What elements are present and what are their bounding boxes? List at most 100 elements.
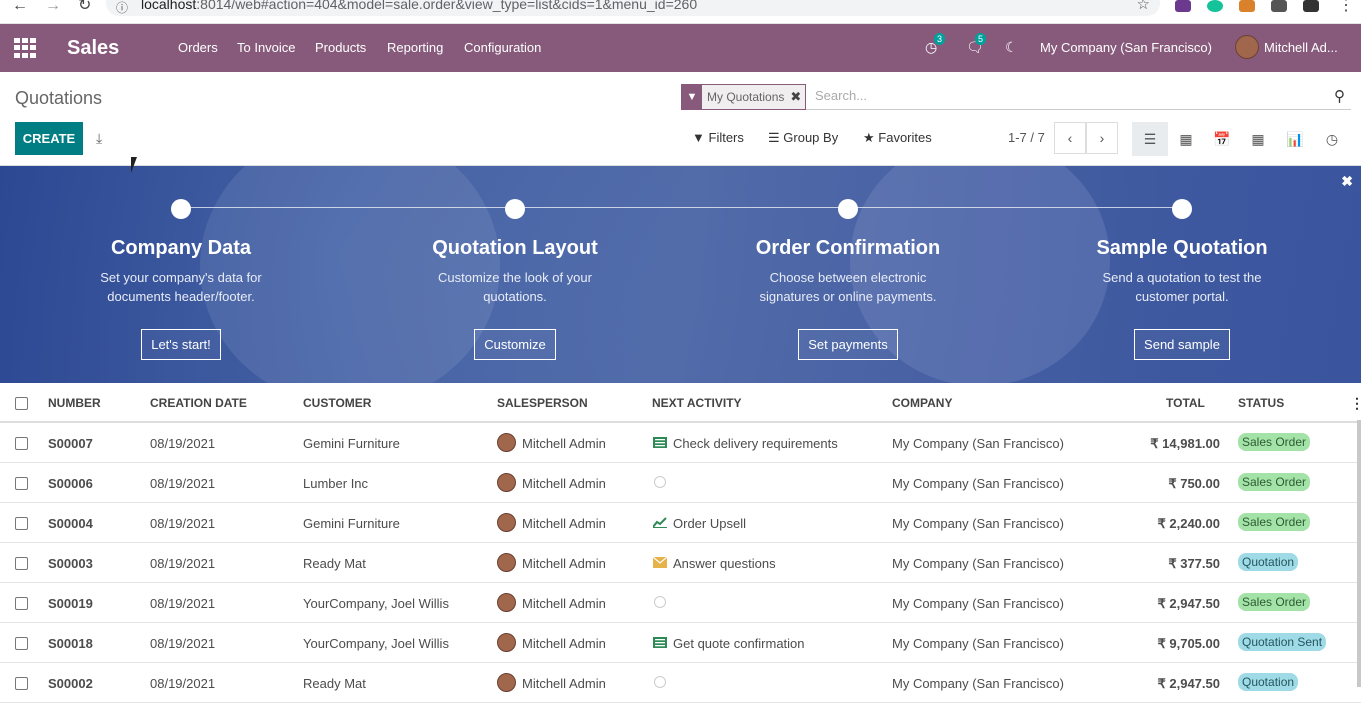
extension-icon[interactable] <box>1175 0 1191 12</box>
row-checkbox[interactable] <box>15 637 28 650</box>
menu-configuration[interactable]: Configuration <box>464 40 541 55</box>
back-icon[interactable]: ← <box>12 0 28 14</box>
graph-view-icon[interactable]: 📊 <box>1277 122 1313 156</box>
step-dot <box>838 199 858 219</box>
bookmark-star-icon[interactable]: ☆ <box>1137 0 1150 13</box>
status-badge: Sales Order <box>1238 433 1311 451</box>
activity-view-icon[interactable]: ◷ <box>1314 122 1350 156</box>
row-checkbox[interactable] <box>15 597 28 610</box>
menu-orders[interactable]: Orders <box>178 40 218 55</box>
customer-name: YourCompany, Joel Willis <box>303 636 449 651</box>
step-title: Sample Quotation <box>1096 237 1268 259</box>
grammarly-icon[interactable] <box>1207 0 1223 12</box>
next-activity[interactable]: Check delivery requirements <box>673 436 838 451</box>
user-avatar[interactable] <box>1235 35 1259 59</box>
creation-date: 08/19/2021 <box>150 636 216 651</box>
apps-menu-icon[interactable] <box>14 38 36 58</box>
puzzle-icon[interactable] <box>1271 0 1287 12</box>
table-row[interactable]: S00003 08/19/2021 Ready Mat Mitchell Admin A… <box>0 543 1361 583</box>
lets-start-button[interactable]: Let's start! <box>141 329 221 360</box>
table-row[interactable]: S00019 08/19/2021 YourCompany, Joel Willis… <box>0 583 1361 623</box>
filters-dropdown[interactable]: ▼ Filters <box>692 130 744 145</box>
pager-next-icon[interactable]: › <box>1086 122 1118 154</box>
dark-mode-moon-icon[interactable]: ☾ <box>1005 39 1018 56</box>
col-total[interactable]: TOTAL <box>1166 396 1205 410</box>
row-checkbox[interactable] <box>15 517 28 530</box>
order-number: S00004 <box>48 516 93 531</box>
table-row[interactable]: S00006 08/19/2021 Lumber Inc Mitchell Admin… <box>0 463 1361 503</box>
step-dot <box>505 199 525 219</box>
favorites-dropdown[interactable]: ★ Favorites <box>863 130 932 146</box>
row-checkbox[interactable] <box>15 477 28 490</box>
close-banner-icon[interactable]: ✖ <box>1341 173 1353 190</box>
customer-name: Ready Mat <box>303 556 366 571</box>
col-next-activity[interactable]: NEXT ACTIVITY <box>652 396 742 410</box>
search-icon[interactable]: ⚲ <box>1334 87 1345 105</box>
calendar-view-icon[interactable]: 📅 <box>1204 122 1240 156</box>
salesperson-name: Mitchell Admin <box>522 676 606 691</box>
pager-previous-icon[interactable]: ‹ <box>1054 122 1086 154</box>
order-number: S00002 <box>48 676 93 691</box>
set-payments-button[interactable]: Set payments <box>798 329 898 360</box>
scrollbar[interactable] <box>1357 420 1361 687</box>
export-download-icon[interactable]: ⤓ <box>96 130 102 147</box>
list-view-icon[interactable]: ☰ <box>1132 122 1168 156</box>
table-row[interactable]: S00002 08/19/2021 Ready Mat Mitchell Admin M… <box>0 663 1361 703</box>
select-all-checkbox[interactable] <box>15 397 28 410</box>
clock-icon[interactable] <box>654 676 666 688</box>
next-activity[interactable]: Get quote confirmation <box>673 636 805 651</box>
table-row[interactable]: S00018 08/19/2021 YourCompany, Joel Willis… <box>0 623 1361 663</box>
address-bar[interactable]: ⓘ localhost:8014/web#action=404&model=sa… <box>106 0 1160 16</box>
menu-reporting[interactable]: Reporting <box>387 40 443 55</box>
clock-icon[interactable] <box>654 476 666 488</box>
menu-products[interactable]: Products <box>315 40 366 55</box>
app-brand[interactable]: Sales <box>67 37 119 60</box>
remove-facet-icon[interactable]: ✖ <box>790 89 805 105</box>
col-status[interactable]: STATUS <box>1238 396 1284 410</box>
row-checkbox[interactable] <box>15 557 28 570</box>
company-name: My Company (San Francisco) <box>892 516 1064 531</box>
url-text: localhost:8014/web#action=404&model=sale… <box>141 0 698 12</box>
next-activity[interactable]: Order Upsell <box>673 516 746 531</box>
activity-clock-icon[interactable]: ◷ 3 <box>925 33 946 56</box>
main-navbar: Sales Orders To Invoice Products Reporti… <box>0 24 1361 72</box>
more-menu-icon[interactable]: ⋮ <box>1338 0 1354 14</box>
site-info-icon[interactable]: ⓘ <box>116 0 128 16</box>
groupby-dropdown[interactable]: ☰ Group By <box>768 130 838 146</box>
user-menu[interactable]: Mitchell Ad... <box>1264 40 1338 55</box>
col-salesperson[interactable]: SALESPERSON <box>497 396 588 410</box>
create-button[interactable]: CREATE <box>15 122 83 155</box>
extension-icon[interactable] <box>1239 0 1255 12</box>
forward-icon[interactable]: → <box>45 0 61 14</box>
reload-icon[interactable]: ↻ <box>78 0 91 14</box>
send-sample-button[interactable]: Send sample <box>1134 329 1230 360</box>
salesperson-name: Mitchell Admin <box>522 556 606 571</box>
customer-name: Lumber Inc <box>303 476 369 491</box>
messages-icon[interactable]: 🗨 5 <box>966 33 987 56</box>
pivot-view-icon[interactable]: ▦ <box>1240 122 1276 156</box>
search-facet[interactable]: ▼ My Quotations ✖ <box>681 84 807 110</box>
order-total: ₹ 2,240.00 <box>1157 516 1221 531</box>
row-checkbox[interactable] <box>15 677 28 690</box>
kanban-view-icon[interactable]: ▦ <box>1168 122 1204 156</box>
table-row[interactable]: S00007 08/19/2021 Gemini Furniture Mitchell… <box>0 423 1361 463</box>
col-company[interactable]: COMPANY <box>892 396 952 410</box>
col-customer[interactable]: CUSTOMER <box>303 396 371 410</box>
next-activity[interactable]: Answer questions <box>673 556 776 571</box>
optional-columns-icon[interactable]: ⋮ <box>1350 395 1361 412</box>
col-number[interactable]: NUMBER <box>48 396 101 410</box>
pager-value[interactable]: 1-7 / 7 <box>1008 130 1045 145</box>
clock-icon[interactable] <box>654 596 666 608</box>
search-input[interactable] <box>815 88 1315 103</box>
quotations-table: NUMBER CREATION DATE CUSTOMER SALESPERSO… <box>0 383 1361 703</box>
customer-name: Ready Mat <box>303 676 366 691</box>
salesperson-avatar <box>497 433 516 452</box>
col-creation-date[interactable]: CREATION DATE <box>150 396 247 410</box>
table-row[interactable]: S00004 08/19/2021 Gemini Furniture Mitchell… <box>0 503 1361 543</box>
extension-icon[interactable] <box>1303 0 1319 12</box>
customize-button[interactable]: Customize <box>474 329 556 360</box>
company-switcher[interactable]: My Company (San Francisco) <box>1040 40 1212 55</box>
row-checkbox[interactable] <box>15 437 28 450</box>
menu-to-invoice[interactable]: To Invoice <box>237 40 296 55</box>
step-description: Set your company's data for documents he… <box>100 270 262 304</box>
